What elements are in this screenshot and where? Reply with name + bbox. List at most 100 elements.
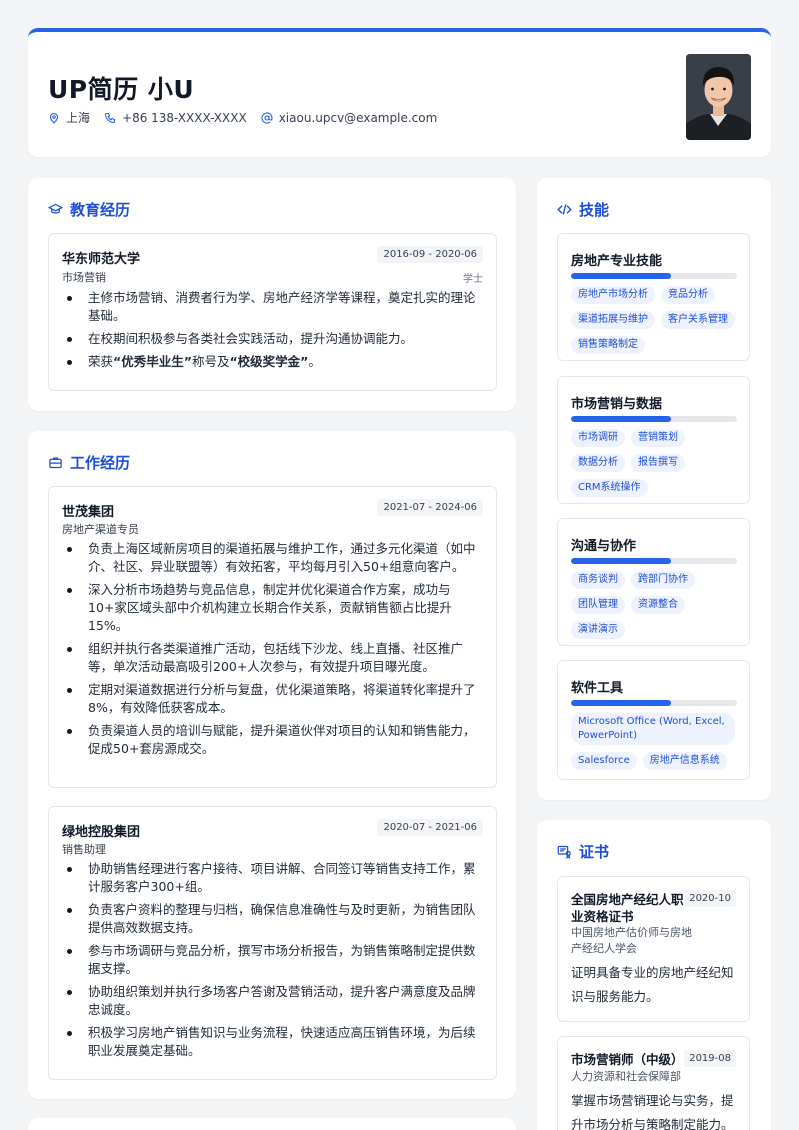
work-section: 工作经历 世茂集团 2021-07 - 2024-06 房地产渠道专员 负责上海… [28,431,516,1099]
date-badge: 2020-10 [684,890,736,907]
job-title: 销售助理 [62,843,106,856]
work-entry: 世茂集团 2021-07 - 2024-06 房地产渠道专员 负责上海区域新房项… [48,486,497,788]
company-name: 世茂集团 [62,505,115,520]
work-entry: 绿地控股集团 2020-07 - 2021-06 销售助理 协助销售经理进行客户… [48,806,497,1080]
education-title: 教育经历 [48,199,130,220]
phone-text: +86 138-XXXX-XXXX [122,110,247,125]
list-item: 协助组织策划并执行多场客户答谢及营销活动，提升客户满意度及品牌忠诚度。 [62,983,483,1019]
school-name: 华东师范大学 [62,252,141,267]
candidate-name: UP简历 小U [48,75,195,104]
skill-tag: 商务谈判 [571,571,625,589]
skill-tag: CRM系统操作 [571,479,648,497]
degree: 学士 [463,274,483,285]
skill-tags: 市场调研 营销策划 数据分析 报告撰写 CRM系统操作 [571,429,741,504]
briefcase-icon [49,457,62,469]
at-sign-icon [261,112,273,124]
location-text: 上海 [66,111,91,125]
contact-info: 上海 +86 138-XXXX-XXXX xiaou.upcv@example.… [48,109,451,126]
skill-level-fill [571,273,671,279]
work-bullets: 负责上海区域新房项目的渠道拓展与维护工作，通过多元化渠道（如中介、社区、异业联盟… [62,540,483,763]
certificate-item: 市场营销师（中级） 2019-08 人力资源和社会保障部 掌握市场营销理论与实务… [557,1036,750,1130]
certificate-name: 市场营销师（中级） [571,1052,684,1067]
list-item: 负责上海区域新房项目的渠道拓展与维护工作，通过多元化渠道（如中介、社区、异业联盟… [62,540,483,576]
skill-group-title: 软件工具 [571,681,624,696]
skill-tag: 跨部门协作 [631,571,695,589]
skill-tag: 房地产信息系统 [642,752,727,770]
skill-tag: 资源整合 [631,596,685,614]
skill-tag: 渠道拓展与维护 [571,311,655,329]
major: 市场营销 [62,271,106,284]
contact-email[interactable]: xiaou.upcv@example.com [261,110,438,125]
email-text: xiaou.upcv@example.com [278,110,438,125]
date-badge: 2020-07 - 2021-06 [377,819,483,836]
education-section: 教育经历 华东师范大学 2016-09 - 2020-06 市场营销 学士 主修… [28,178,516,411]
skill-tags: Microsoft Office (Word, Excel, PowerPoin… [571,713,741,777]
skill-tag: Microsoft Office (Word, Excel, PowerPoin… [571,713,735,745]
skill-tag: Salesforce [571,752,637,770]
phone-icon [104,112,116,123]
skills-title: 技能 [557,199,609,220]
graduation-cap-icon [48,203,63,214]
list-item: 协助销售经理进行客户接待、项目讲解、合同签订等销售支持工作，累计服务客户300+… [62,860,483,896]
next-section-card [28,1118,516,1130]
list-item: 组织并执行各类渠道推广活动，包括线下沙龙、线上直播、社区推广等，单次活动最高吸引… [62,640,483,676]
skill-group: 沟通与协作 商务谈判 跨部门协作 团队管理 资源整合 演讲演示 [557,518,750,646]
code-icon [557,204,572,215]
skill-tag: 竞品分析 [661,286,715,304]
avatar [686,54,751,140]
education-entry: 华东师范大学 2016-09 - 2020-06 市场营销 学士 主修市场营销、… [48,233,497,391]
skill-group-title: 市场营销与数据 [571,397,663,412]
skill-tag: 团队管理 [571,596,625,614]
location-pin-icon [49,112,59,124]
contact-location: 上海 [48,109,90,126]
resume-header: UP简历 小U 上海 +86 138-XXXX-XXXX xiaou.upcv@… [28,28,771,157]
certificate-icon [557,845,571,859]
certificate-name: 全国房地产经纪人职业资格证书 [571,892,684,924]
skill-tag: 市场调研 [571,429,625,447]
skill-group: 软件工具 Microsoft Office (Word, Excel, Powe… [557,660,750,780]
skill-tag: 演讲演示 [571,621,625,639]
company-name: 绿地控股集团 [62,825,141,840]
skill-level-bar [571,273,737,279]
certificate-desc: 证明具备专业的房地产经纪知识与服务能力。 [571,965,734,1004]
list-item: 负责渠道人员的培训与赋能，提升渠道伙伴对项目的认知和销售能力，促成50+套房源成… [62,722,483,758]
skill-group-title: 房地产专业技能 [571,254,663,269]
skill-level-fill [571,558,671,564]
list-item: 深入分析市场趋势与竞品信息，制定并优化渠道合作方案，成功与10+家区域头部中介机… [62,581,483,635]
skill-level-bar [571,558,737,564]
list-item: 在校期间积极参与各类社会实践活动，提升沟通协调能力。 [62,330,483,348]
certificate-issuer: 人力资源和社会保障部 [571,1070,681,1083]
skill-group: 市场营销与数据 市场调研 营销策划 数据分析 报告撰写 CRM系统操作 [557,376,750,504]
skill-level-bar [571,416,737,422]
skill-level-bar [571,700,737,706]
certificate-item: 全国房地产经纪人职业资格证书 2020-10 中国房地产估价师与房地产经纪人学会… [557,876,750,1022]
certificate-desc: 掌握市场营销理论与实务，提升市场分析与策略制定能力。 [571,1093,734,1130]
date-badge: 2016-09 - 2020-06 [377,246,483,263]
work-title: 工作经历 [48,452,130,473]
skill-tag: 报告撰写 [631,454,685,472]
job-title: 房地产渠道专员 [62,523,139,536]
list-item: 积极学习房地产销售知识与业务流程，快速适应高压销售环境，为后续职业发展奠定基础。 [62,1024,483,1060]
skill-level-fill [571,700,671,706]
list-item: 参与市场调研与竞品分析，撰写市场分析报告，为销售策略制定提供数据支撑。 [62,942,483,978]
list-item: 定期对渠道数据进行分析与复盘，优化渠道策略，将渠道转化率提升了8%，有效降低获客… [62,681,483,717]
skill-tag: 销售策略制定 [571,336,645,354]
education-bullets: 主修市场营销、消费者行为学、房地产经济学等课程，奠定扎实的理论基础。 在校期间积… [62,289,483,376]
skill-tags: 商务谈判 跨部门协作 团队管理 资源整合 演讲演示 [571,571,741,646]
contact-phone[interactable]: +86 138-XXXX-XXXX [104,111,247,125]
list-item: 主修市场营销、消费者行为学、房地产经济学等课程，奠定扎实的理论基础。 [62,289,483,325]
date-badge: 2019-08 [684,1050,736,1067]
skill-tag: 客户关系管理 [661,311,735,329]
certificates-section: 证书 全国房地产经纪人职业资格证书 2020-10 中国房地产估价师与房地产经纪… [537,820,771,1130]
list-item: 荣获“优秀毕业生”称号及“校级奖学金”。 [62,353,483,371]
certificates-title: 证书 [557,841,609,862]
skill-level-fill [571,416,671,422]
skill-tags: 房地产市场分析 竞品分析 渠道拓展与维护 客户关系管理 销售策略制定 [571,286,741,361]
skill-group: 房地产专业技能 房地产市场分析 竞品分析 渠道拓展与维护 客户关系管理 销售策略… [557,233,750,361]
skill-group-title: 沟通与协作 [571,539,637,554]
skills-section: 技能 房地产专业技能 房地产市场分析 竞品分析 渠道拓展与维护 客户关系管理 销… [537,178,771,800]
work-bullets: 协助销售经理进行客户接待、项目讲解、合同签订等销售支持工作，累计服务客户300+… [62,860,483,1065]
skill-tag: 房地产市场分析 [571,286,655,304]
skill-tag: 营销策划 [631,429,685,447]
list-item: 负责客户资料的整理与归档，确保信息准确性与及时更新，为销售团队提供高效数据支持。 [62,901,483,937]
